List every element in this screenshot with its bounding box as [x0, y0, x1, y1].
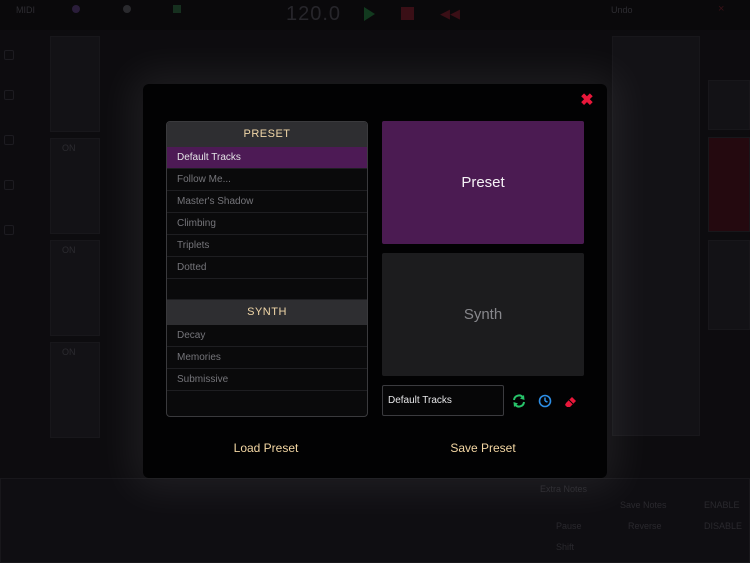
- preset-list-item[interactable]: Master's Shadow: [167, 191, 367, 213]
- track-on-label[interactable]: ON: [62, 143, 76, 153]
- settings-icon[interactable]: [123, 5, 131, 13]
- sidebar-icon[interactable]: [4, 180, 14, 190]
- sidebar-icon[interactable]: [4, 50, 14, 60]
- sidebar-icon[interactable]: [4, 135, 14, 145]
- app-root: MIDI 120.0 ◀◀ Undo × ON ON ON Extra Note…: [0, 0, 750, 563]
- save-preset-button[interactable]: Save Preset: [403, 438, 563, 458]
- right-strip-2: [708, 137, 750, 232]
- bg-label[interactable]: DISABLE: [704, 521, 742, 531]
- synth-tab-tile[interactable]: Synth: [382, 253, 584, 376]
- track-panel-1: [50, 36, 100, 132]
- tempo-display[interactable]: 120.0: [286, 3, 341, 26]
- preset-name-input[interactable]: [382, 385, 504, 416]
- preset-modal: ✖ PRESET Default Tracks Follow Me... Mas…: [143, 84, 607, 478]
- rewind-icon[interactable]: ◀◀: [440, 7, 460, 21]
- synth-section-header: SYNTH: [167, 300, 367, 325]
- preset-list-item[interactable]: Climbing: [167, 213, 367, 235]
- preset-section-header: PRESET: [167, 122, 367, 147]
- play-icon[interactable]: [364, 7, 375, 21]
- upload-icon[interactable]: [173, 5, 181, 13]
- sidebar-icon[interactable]: [4, 90, 14, 100]
- bg-label[interactable]: Reverse: [628, 521, 662, 531]
- load-preset-button[interactable]: Load Preset: [186, 438, 346, 458]
- list-divider: [167, 279, 367, 300]
- track-on-label[interactable]: ON: [62, 245, 76, 255]
- preset-list-item[interactable]: Dotted: [167, 257, 367, 279]
- close-icon[interactable]: ✖: [579, 93, 595, 109]
- midi-label[interactable]: MIDI: [16, 5, 35, 15]
- bg-label[interactable]: Pause: [556, 521, 582, 531]
- bg-label[interactable]: Extra Notes: [540, 484, 587, 494]
- synth-list-item[interactable]: Decay: [167, 325, 367, 347]
- preset-list-item[interactable]: Triplets: [167, 235, 367, 257]
- synth-list-item[interactable]: Submissive: [167, 369, 367, 391]
- record-icon[interactable]: [72, 5, 80, 13]
- preset-list-item[interactable]: Default Tracks: [167, 147, 367, 169]
- track-on-label[interactable]: ON: [62, 347, 76, 357]
- right-control-column: [612, 36, 700, 436]
- right-strip-3: [708, 240, 750, 330]
- sidebar-icon[interactable]: [4, 225, 14, 235]
- preset-list-panel: PRESET Default Tracks Follow Me... Maste…: [166, 121, 368, 417]
- clock-icon[interactable]: [537, 393, 553, 409]
- bg-label[interactable]: Save Notes: [620, 500, 667, 510]
- refresh-icon[interactable]: [511, 393, 527, 409]
- synth-section: SYNTH Decay Memories Submissive: [167, 300, 367, 391]
- top-bar: MIDI 120.0 ◀◀ Undo ×: [0, 0, 750, 30]
- stop-icon[interactable]: [401, 7, 414, 20]
- undo-button[interactable]: Undo: [611, 5, 633, 15]
- eraser-icon[interactable]: [563, 393, 579, 409]
- bg-label[interactable]: Shift: [556, 542, 574, 552]
- app-close-icon[interactable]: ×: [718, 3, 724, 15]
- preset-tab-tile[interactable]: Preset: [382, 121, 584, 244]
- right-strip-1: [708, 80, 750, 130]
- bg-label[interactable]: ENABLE: [704, 500, 740, 510]
- synth-list-item[interactable]: Memories: [167, 347, 367, 369]
- preset-list-item[interactable]: Follow Me...: [167, 169, 367, 191]
